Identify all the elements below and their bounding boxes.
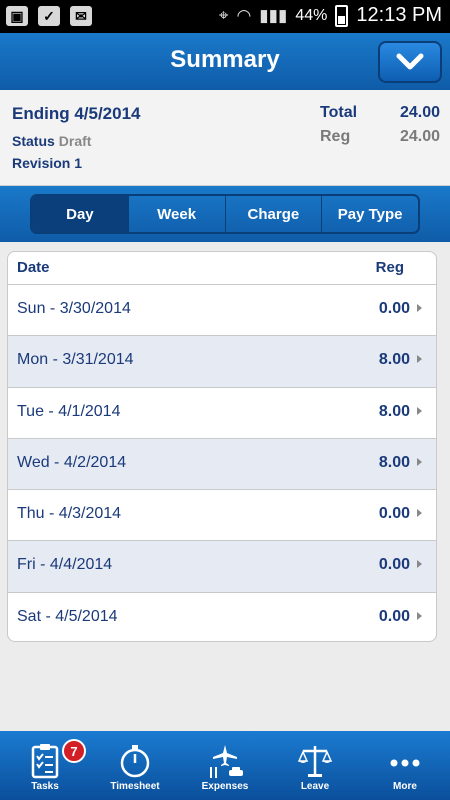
status-value: Draft <box>58 133 92 149</box>
chevron-right-icon <box>417 509 422 518</box>
table-header: Date Reg <box>8 252 436 285</box>
row-reg: 8.00 <box>378 402 410 420</box>
more-dots-icon <box>390 759 420 767</box>
chevron-right-icon <box>417 457 422 466</box>
status-label: Status <box>12 133 55 149</box>
image-notification-icon: ▣ <box>6 6 28 26</box>
total-label: Total <box>320 104 358 121</box>
table-row[interactable]: Mon - 3/31/2014 8.00 <box>8 336 436 388</box>
nav-label: Expenses <box>201 781 249 792</box>
wifi-icon: ◠ <box>236 5 252 25</box>
app-header: Summary <box>0 33 450 90</box>
total-value: 24.00 <box>399 104 440 121</box>
period-ending: Ending 4/5/2014 <box>12 104 141 123</box>
stopwatch-icon <box>120 745 150 778</box>
tasks-count-badge: 7 <box>62 739 86 763</box>
shopping-bag-notification-icon: ✓ <box>38 6 60 26</box>
daily-hours-table: Date Reg Sun - 3/30/2014 0.00 Mon - 3/31… <box>7 251 437 642</box>
revision: Revision 1 <box>12 155 83 171</box>
row-reg: 8.00 <box>378 351 410 369</box>
battery-percent: 44% <box>295 6 328 24</box>
location-icon: ⌖ <box>218 5 229 25</box>
row-date: Wed - 4/2/2014 <box>17 453 127 471</box>
column-header-date: Date <box>17 259 50 276</box>
nav-more[interactable]: More <box>360 731 450 800</box>
clipboard-checklist-icon <box>31 744 59 779</box>
nav-label: More <box>393 781 417 792</box>
status-bar: ▣ ✓ ✉ ⌖ ◠ ▮▮▮ 44% 12:13 PM <box>0 0 450 33</box>
chevron-right-icon <box>417 304 422 312</box>
view-tab-bar: Day Week Charge Pay Type <box>0 186 450 242</box>
row-date: Fri - 4/4/2014 <box>17 556 113 574</box>
reg-value: 24.00 <box>399 128 440 145</box>
row-date: Tue - 4/1/2014 <box>17 402 121 420</box>
table-row[interactable]: Sun - 3/30/2014 0.00 <box>8 285 436 337</box>
table-row[interactable]: Fri - 4/4/2014 0.00 <box>8 541 436 593</box>
nav-label: Tasks <box>31 781 59 792</box>
row-date: Mon - 3/31/2014 <box>17 351 134 369</box>
nav-timesheet[interactable]: Timesheet <box>90 731 180 800</box>
row-date: Sat - 4/5/2014 <box>17 607 118 625</box>
segmented-control: Day Week Charge Pay Type <box>30 194 420 234</box>
chevron-right-icon <box>417 560 422 569</box>
chevron-right-icon <box>417 406 422 415</box>
column-header-reg: Reg <box>375 259 404 276</box>
table-row[interactable]: Wed - 4/2/2014 8.00 <box>8 438 436 491</box>
row-reg: 0.00 <box>378 505 410 523</box>
dropdown-button[interactable] <box>378 41 442 83</box>
tab-charge[interactable]: Charge <box>226 196 323 232</box>
row-reg: 0.00 <box>378 300 410 317</box>
row-reg: 0.00 <box>378 556 410 574</box>
nav-tasks[interactable]: Tasks 7 <box>0 731 90 800</box>
table-row[interactable]: Tue - 4/1/2014 8.00 <box>8 388 436 439</box>
tab-week[interactable]: Week <box>129 196 226 232</box>
status-line: Status Draft <box>12 133 91 149</box>
clock: 12:13 PM <box>356 4 442 26</box>
tab-pay-type[interactable]: Pay Type <box>322 196 418 232</box>
reg-label: Reg <box>320 128 351 145</box>
chevron-right-icon <box>417 355 422 364</box>
tab-day[interactable]: Day <box>32 196 129 232</box>
nav-leave[interactable]: Leave <box>270 731 360 800</box>
bottom-navigation: Tasks 7 Timesheet Expenses Leave More <box>0 731 450 800</box>
nav-label: Timesheet <box>110 781 160 792</box>
row-date: Sun - 3/30/2014 <box>17 300 131 317</box>
nav-label: Leave <box>300 781 330 792</box>
chevron-down-icon <box>396 53 424 70</box>
chevron-right-icon <box>417 611 422 620</box>
timesheet-summary: Ending 4/5/2014 Status Draft Revision 1 T… <box>0 90 450 186</box>
table-row[interactable]: Sat - 4/5/2014 0.00 <box>8 593 436 641</box>
battery-icon <box>335 4 349 27</box>
travel-expenses-icon <box>210 745 243 778</box>
nav-expenses[interactable]: Expenses <box>180 731 270 800</box>
signal-icon: ▮▮▮ <box>259 5 288 25</box>
row-reg: 8.00 <box>378 453 410 471</box>
table-row[interactable]: Thu - 4/3/2014 0.00 <box>8 490 436 542</box>
row-date: Thu - 4/3/2014 <box>17 505 122 523</box>
row-reg: 0.00 <box>378 607 410 625</box>
mail-notification-icon: ✉ <box>70 6 92 26</box>
scales-icon <box>297 746 333 777</box>
